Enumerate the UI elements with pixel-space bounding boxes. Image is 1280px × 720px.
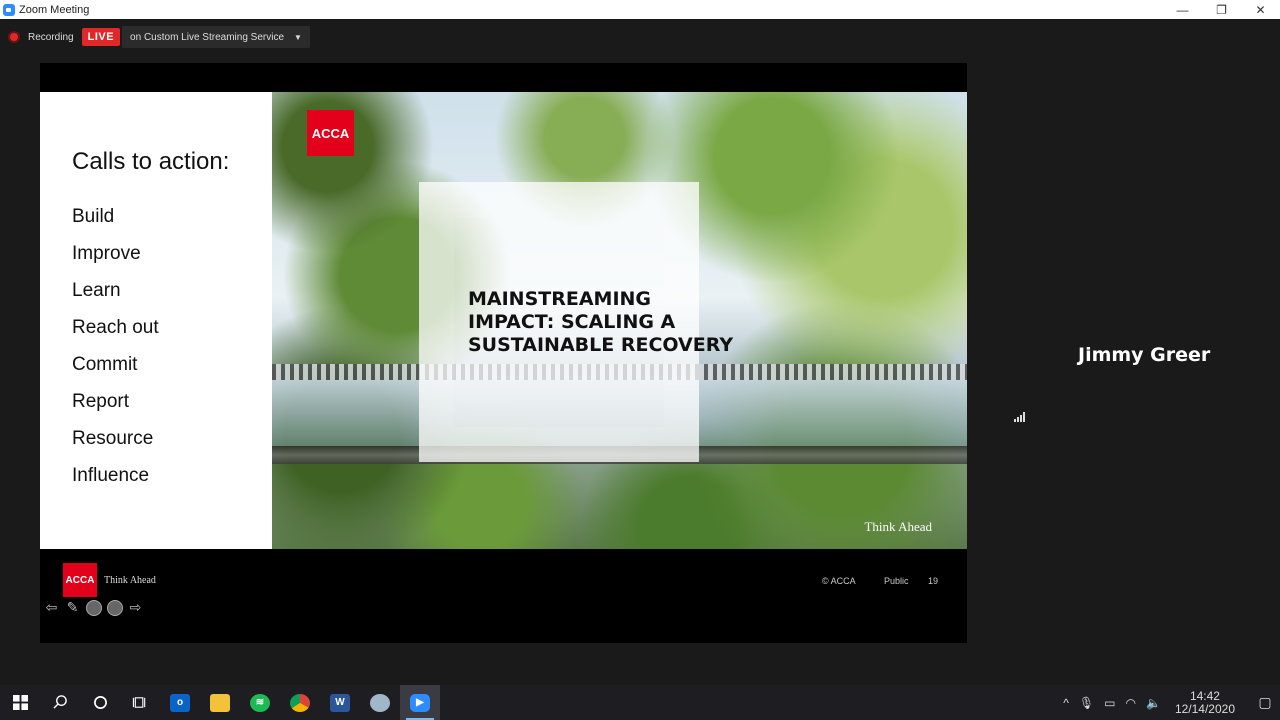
slide-image-panel: ACCA MAINSTREAMING IMPACT: SCALING A SUS… — [272, 92, 967, 549]
zoom-app-icon — [3, 3, 15, 16]
slide-heading: Calls to action: — [72, 148, 230, 175]
cortana-icon[interactable] — [80, 685, 120, 720]
connection-signal-icon[interactable] — [1014, 412, 1025, 422]
clock-date: 12/14/2020 — [1174, 701, 1235, 716]
battery-icon[interactable]: ▭ — [1104, 696, 1115, 710]
system-clock[interactable]: 14:42 12/14/2020 — [1170, 688, 1240, 716]
notification-center-icon[interactable]: ▢ — [1250, 694, 1280, 711]
stream-target-label: on Custom Live Streaming Service — [130, 31, 285, 43]
slide-title-line: IMPACT: SCALING A — [468, 311, 676, 333]
windows-taskbar: o ≋ W ▶ ^ 🎙 ▭ ◠ 🔈 14:42 12/14/2020 ▢ — [0, 685, 1280, 720]
call-to-action-item: Reach out — [72, 317, 159, 338]
slideshow-toolbar: ⇦ ✎ ⇨ — [42, 598, 145, 617]
window-titlebar: Zoom Meeting — ❐ ✕ — [0, 0, 1280, 19]
zoom-taskbar-icon[interactable]: ▶ — [400, 685, 440, 720]
previous-slide-icon[interactable]: ⇦ — [42, 598, 61, 617]
slide-left-panel: Calls to action: Build Improve Learn Rea… — [40, 92, 272, 549]
task-view-icon[interactable] — [120, 685, 160, 720]
volume-icon[interactable]: 🔈 — [1146, 696, 1161, 710]
clock-time: 14:42 — [1189, 688, 1220, 703]
zoom-slide-icon[interactable] — [105, 598, 124, 617]
window-title: Zoom Meeting — [19, 3, 90, 16]
slide-title-line: MAINSTREAMING — [468, 288, 652, 310]
restore-button[interactable]: ❐ — [1202, 0, 1241, 19]
recording-status-bar: Recording LIVE on Custom Live Streaming … — [8, 26, 310, 48]
recording-icon[interactable] — [8, 31, 20, 43]
footer-tagline: Think Ahead — [104, 575, 156, 586]
next-slide-icon[interactable]: ⇨ — [126, 598, 145, 617]
call-to-action-item: Build — [72, 206, 115, 227]
call-to-action-item: Report — [72, 391, 130, 412]
acca-logo: ACCA — [307, 110, 354, 156]
outlook-icon[interactable]: o — [160, 685, 200, 720]
word-icon[interactable]: W — [320, 685, 360, 720]
chevron-up-icon[interactable]: ^ — [1063, 696, 1069, 710]
slide-title-line: SUSTAINABLE RECOVERY — [468, 334, 734, 356]
wifi-icon[interactable]: ◠ — [1126, 696, 1136, 710]
call-to-action-item: Resource — [72, 428, 154, 449]
participant-name: Jimmy Greer — [1078, 344, 1211, 366]
call-to-action-item: Improve — [72, 243, 141, 264]
think-ahead-tagline: Think Ahead — [864, 519, 932, 534]
windows-start-icon[interactable] — [0, 685, 40, 720]
live-badge: LIVE — [81, 28, 121, 46]
window-controls: — ❐ ✕ — [1163, 0, 1280, 19]
slide-title: MAINSTREAMING IMPACT: SCALING A SUSTAINA… — [468, 288, 788, 357]
call-to-action-item: Learn — [72, 280, 121, 301]
call-to-action-item: Commit — [72, 354, 138, 375]
system-tray: ^ 🎙 ▭ ◠ 🔈 14:42 12/14/2020 ▢ — [1058, 685, 1280, 720]
spotify-icon[interactable]: ≋ — [240, 685, 280, 720]
microphone-icon[interactable]: 🎙 — [1079, 696, 1094, 710]
footer-copyright: © ACCA — [822, 576, 856, 586]
meeting-area: Recording LIVE on Custom Live Streaming … — [0, 19, 1280, 685]
minimize-button[interactable]: — — [1163, 0, 1202, 19]
live-stream-dropdown[interactable]: on Custom Live Streaming Service ▼ — [122, 26, 310, 48]
presentation-slide: Calls to action: Build Improve Learn Rea… — [40, 92, 967, 549]
call-to-action-item: Influence — [72, 465, 150, 486]
chrome-icon[interactable] — [280, 685, 320, 720]
slide-sorter-icon[interactable] — [84, 598, 103, 617]
recording-label: Recording — [28, 31, 74, 43]
slide-page-number: 19 — [928, 576, 939, 586]
footer-classification: Public — [884, 576, 909, 586]
chevron-down-icon: ▼ — [294, 32, 302, 42]
footer-acca-logo: ACCA — [63, 563, 97, 597]
shared-screen: Calls to action: Build Improve Learn Rea… — [40, 63, 967, 643]
file-explorer-icon[interactable] — [200, 685, 240, 720]
pen-icon[interactable]: ✎ — [63, 598, 82, 617]
search-icon[interactable] — [40, 685, 80, 720]
close-button[interactable]: ✕ — [1241, 0, 1280, 19]
slide-footer: ACCA Think Ahead © ACCA Public 19 ⇦ ✎ ⇨ — [40, 549, 967, 643]
paint-icon[interactable] — [360, 685, 400, 720]
